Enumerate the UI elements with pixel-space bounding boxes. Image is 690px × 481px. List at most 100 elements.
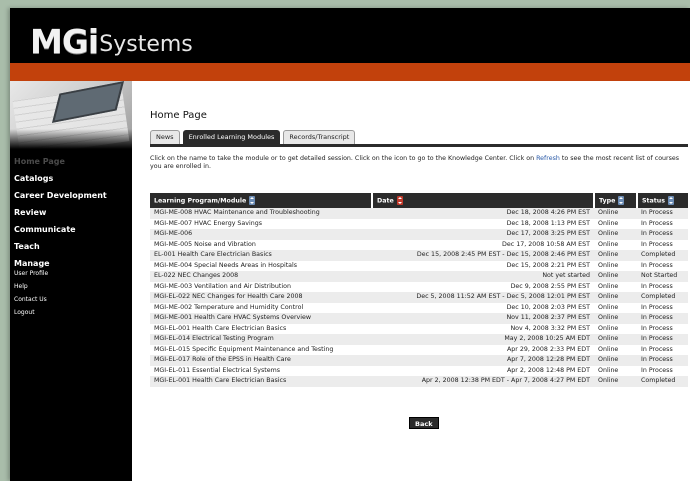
module-name-link[interactable]: MGI-ME-005 Noise and Vibration [150, 240, 372, 251]
status-cell: In Process [637, 208, 688, 219]
tab-bar: News Enrolled Learning Modules Records/Tra… [150, 130, 358, 144]
module-name-link[interactable]: MGI-EL-001 Health Care Electrician Basic… [150, 376, 372, 387]
module-name-link[interactable]: MGI-EL-014 Electrical Testing Program [150, 334, 372, 345]
sort-icon[interactable] [249, 196, 256, 205]
date-cell: Apr 2, 2008 12:48 PM EDT [507, 366, 590, 374]
utility-nav: User Profile Help Contact Us Logout [14, 269, 132, 321]
sidebar-item-career-development[interactable]: Career Development [14, 189, 132, 206]
sidebar-item-home-page[interactable]: Home Page [14, 155, 132, 172]
date-cell: Dec 17, 2008 10:58 AM EST [502, 240, 590, 248]
date-cell: Nov 4, 2008 3:32 PM EST [510, 324, 590, 332]
date-cell: Not yet started [372, 271, 594, 282]
column-header-type[interactable]: Type [594, 193, 638, 208]
type-cell: Online [594, 376, 637, 387]
date-cell: Dec 15, 2008 2:21 PM EST [506, 261, 590, 269]
table-row: MGI-ME-002 Temperature and Humidity Cont… [150, 303, 688, 314]
column-header-date-label: Date [377, 197, 394, 205]
table-row: MGI-EL-001 Health Care Electrician Basic… [150, 324, 688, 335]
table-row: EL-001 Health Care Electrician Basics Dec… [150, 250, 688, 261]
module-name-link[interactable]: EL-001 Health Care Electrician Basics [150, 250, 372, 261]
sidebar-link-contact-us[interactable]: Contact Us [14, 295, 132, 308]
type-cell: Online [594, 355, 637, 366]
table-row: MGI-EL-014 Electrical Testing Program May… [150, 334, 688, 345]
column-header-date[interactable]: Date [372, 193, 595, 208]
column-header-module[interactable]: Learning Program/Module [150, 193, 373, 208]
status-cell: Completed [637, 250, 688, 261]
table-row: MGI-EL-015 Specific Equipment Maintenanc… [150, 345, 688, 356]
back-button[interactable]: Back [409, 417, 439, 429]
table-row: MGI-EL-022 NEC Changes for Health Care 2… [150, 292, 688, 303]
table-row: MGI-EL-017 Role of the EPSS in Health Ca… [150, 355, 688, 366]
date-cell: Dec 18, 2008 1:13 PM EST [506, 219, 590, 227]
table-row: EL-022 NEC Changes 2008 Not yet started On… [150, 271, 688, 282]
module-name-link[interactable]: EL-022 NEC Changes 2008 [150, 271, 372, 282]
module-name-link[interactable]: MGI-ME-006 [150, 229, 372, 240]
sidebar-link-user-profile[interactable]: User Profile [14, 269, 132, 282]
module-name-link[interactable]: MGI-EL-001 Health Care Electrician Basic… [150, 324, 372, 335]
module-name-link[interactable]: MGI-ME-002 Temperature and Humidity Cont… [150, 303, 372, 314]
module-name-link[interactable]: MGI-EL-011 Essential Electrical Systems [150, 366, 372, 377]
logo-mark: MGi [30, 22, 99, 61]
status-cell: In Process [637, 229, 688, 240]
date-cell: Apr 7, 2008 12:28 PM EDT [372, 355, 594, 366]
sort-active-icon[interactable] [396, 196, 403, 205]
module-name-link[interactable]: MGI-ME-004 Special Needs Areas in Hospit… [150, 261, 372, 272]
enrollment-table: Learning Program/Module Date Type Status… [150, 193, 688, 387]
table-row: MGI-ME-008 HVAC Maintenance and Troubles… [150, 208, 688, 219]
sort-icon[interactable] [668, 196, 675, 205]
date-cell: May 2, 2008 10:25 AM EDT [372, 334, 594, 345]
sidebar-banner-image [10, 81, 132, 149]
status-cell: In Process [641, 261, 673, 269]
type-cell: Online [598, 219, 619, 227]
tab-news[interactable]: News [150, 130, 180, 144]
status-cell: In Process [641, 219, 673, 227]
date-cell: Dec 15, 2008 2:45 PM EST - Dec 15, 2008 … [372, 250, 594, 261]
column-header-status[interactable]: Status [637, 193, 688, 208]
type-cell: Online [598, 324, 619, 332]
sidebar-item-review[interactable]: Review [14, 206, 132, 223]
table-row: MGI-ME-005 Noise and Vibration Dec 17, 20… [150, 240, 688, 251]
module-name-link[interactable]: MGI-EL-015 Specific Equipment Maintenanc… [150, 345, 372, 356]
tab-records-transcript[interactable]: Records/Transcript [283, 130, 356, 144]
module-name-link[interactable]: MGI-EL-022 NEC Changes for Health Care 2… [150, 292, 372, 303]
main-content: Home Page News Enrolled Learning Modules R… [146, 81, 690, 481]
column-header-type-label: Type [599, 197, 616, 205]
status-cell: In Process [637, 355, 688, 366]
type-cell: Online [594, 271, 637, 282]
date-cell: Dec 10, 2008 2:03 PM EST [506, 303, 590, 311]
module-name-link[interactable]: MGI-ME-001 Health Care HVAC Systems Over… [150, 313, 372, 324]
sidebar-link-logout[interactable]: Logout [14, 308, 132, 321]
column-header-status-label: Status [642, 197, 666, 205]
column-header-module-label: Learning Program/Module [154, 197, 247, 205]
table-row: MGI-EL-011 Essential Electrical Systems A… [150, 366, 688, 377]
status-cell: In Process [641, 282, 673, 290]
status-cell: In Process [641, 366, 673, 374]
module-name-link[interactable]: MGI-EL-017 Role of the EPSS in Health Ca… [150, 355, 372, 366]
refresh-link[interactable]: Refresh [536, 155, 560, 162]
tab-enrolled-learning-modules[interactable]: Enrolled Learning Modules [182, 130, 281, 144]
sidebar-item-catalogs[interactable]: Catalogs [14, 172, 132, 189]
date-cell: Dec 5, 2008 11:52 AM EST - Dec 5, 2008 1… [372, 292, 594, 303]
type-cell: Online [594, 313, 637, 324]
table-row: MGI-EL-001 Health Care Electrician Basic… [150, 376, 688, 387]
sidebar-link-help[interactable]: Help [14, 282, 132, 295]
status-cell: In Process [641, 240, 673, 248]
sort-icon[interactable] [618, 196, 625, 205]
module-name-link[interactable]: MGI-ME-008 HVAC Maintenance and Troubles… [150, 208, 372, 219]
app-window: MGi Systems Home Page Catalogs Career Deve… [10, 8, 690, 481]
sidebar-item-communicate[interactable]: Communicate [14, 223, 132, 240]
table-row: MGI-ME-003 Ventilation and Air Distribut… [150, 282, 688, 293]
header: MGi Systems [10, 8, 690, 63]
table-row: MGI-ME-006 Dec 17, 2008 3:25 PM EST Online… [150, 229, 688, 240]
type-cell: Online [598, 261, 619, 269]
type-cell: Online [598, 345, 619, 353]
module-name-link[interactable]: MGI-ME-007 HVAC Energy Savings [150, 219, 372, 230]
instructions-before: Click on the name to take the module or … [150, 155, 537, 162]
type-cell: Online [598, 366, 619, 374]
page-title: Home Page [150, 110, 207, 121]
status-cell: In Process [641, 324, 673, 332]
date-cell: Apr 2, 2008 12:38 PM EDT - Apr 7, 2008 4… [372, 376, 594, 387]
logo: MGi Systems [30, 18, 193, 58]
module-name-link[interactable]: MGI-ME-003 Ventilation and Air Distribut… [150, 282, 372, 293]
sidebar-item-teach[interactable]: Teach [14, 240, 132, 257]
